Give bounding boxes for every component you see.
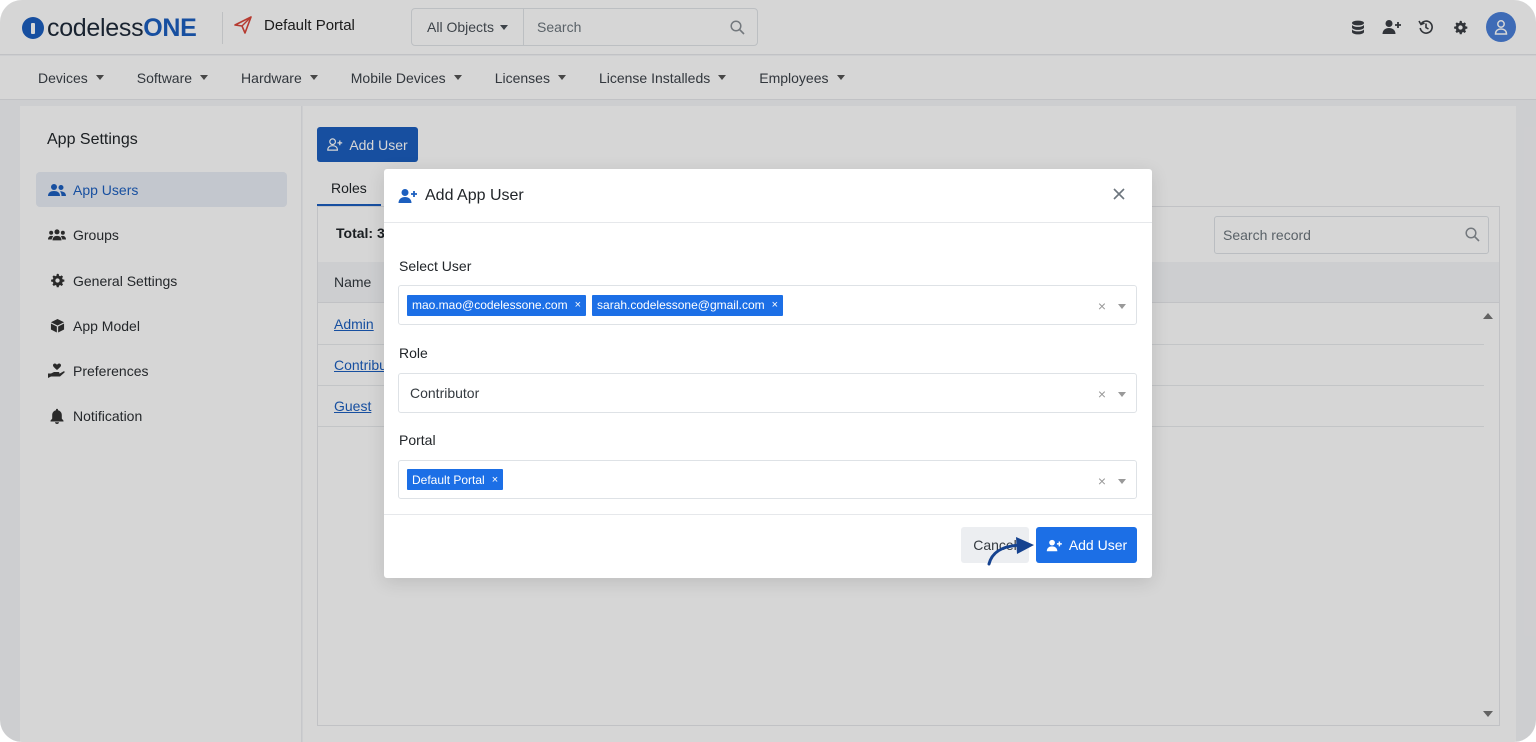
select-user-field[interactable]: mao.mao@codelessone.com × sarah.codelesso…	[398, 285, 1137, 325]
chip-label: Default Portal	[412, 472, 485, 487]
selected-user-chip: mao.mao@codelessone.com ×	[407, 294, 587, 316]
select-actions: ×	[1098, 473, 1126, 489]
add-app-user-modal: Add App User Select User mao.mao@codeles…	[384, 169, 1152, 578]
selected-portal-chip: Default Portal ×	[407, 469, 504, 490]
confirm-add-user-button[interactable]: Add User	[1036, 527, 1137, 563]
chip-label: sarah.codelessone@gmail.com	[597, 298, 765, 312]
select-user-label: Select User	[399, 258, 472, 274]
portal-select[interactable]: Default Portal × ×	[398, 460, 1137, 499]
select-actions: ×	[1098, 386, 1126, 402]
close-icon[interactable]	[1110, 185, 1128, 203]
role-select[interactable]: Contributor ×	[398, 373, 1137, 413]
add-user-icon	[398, 188, 417, 203]
chip-remove-icon[interactable]: ×	[492, 474, 498, 486]
selected-user-chip: sarah.codelessone@gmail.com ×	[592, 294, 784, 316]
modal-header: Add App User	[384, 169, 1152, 223]
role-value: Contributor	[410, 385, 480, 401]
chip-label: mao.mao@codelessone.com	[412, 298, 568, 312]
chip-remove-icon[interactable]: ×	[575, 299, 581, 311]
chevron-down-icon[interactable]	[1118, 303, 1126, 309]
clear-icon[interactable]: ×	[1098, 298, 1106, 314]
modal-title: Add App User	[425, 186, 524, 204]
clear-icon[interactable]: ×	[1098, 386, 1106, 402]
pointer-arrow-icon	[987, 537, 1034, 566]
confirm-add-user-label: Add User	[1068, 537, 1128, 553]
chevron-down-icon[interactable]	[1118, 391, 1126, 397]
chevron-down-icon[interactable]	[1118, 478, 1126, 484]
add-user-icon	[1046, 539, 1062, 551]
portal-label: Portal	[399, 432, 436, 448]
chip-remove-icon[interactable]: ×	[772, 299, 778, 311]
screen-frame: codelessONE Default Portal All Objects S…	[0, 0, 1536, 742]
clear-icon[interactable]: ×	[1098, 473, 1106, 489]
role-label: Role	[399, 345, 428, 361]
select-actions: ×	[1098, 298, 1126, 314]
app-root: codelessONE Default Portal All Objects S…	[0, 0, 1536, 742]
